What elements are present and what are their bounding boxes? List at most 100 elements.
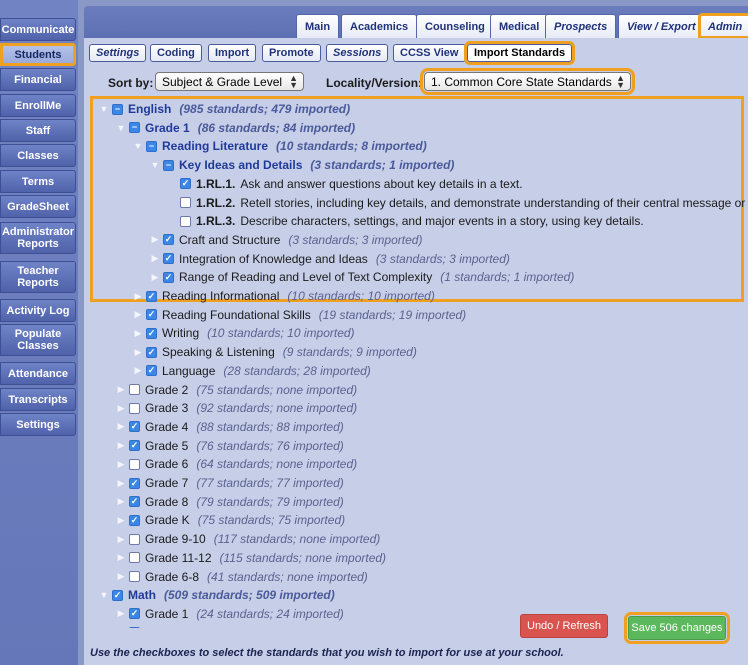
node-name: Grade 8	[145, 494, 189, 509]
checkbox[interactable]: −	[112, 103, 123, 115]
expand-triangle-icon[interactable]: ▶	[115, 515, 127, 526]
standard-code: 1.RL.1.	[196, 176, 236, 191]
collapse-triangle-icon[interactable]: ▼	[115, 123, 127, 133]
node-count: (64 standards; none imported)	[196, 457, 358, 472]
sidebar-item-populate-classes[interactable]: Populate Classes	[0, 324, 76, 356]
subtab-settings[interactable]: Settings	[89, 44, 147, 62]
checkbox[interactable]: ✓	[129, 514, 140, 526]
expand-triangle-icon[interactable]: ▶	[115, 478, 127, 489]
sidebar-item-attendance[interactable]: Attendance	[0, 362, 76, 385]
checkbox[interactable]	[180, 197, 191, 208]
tab-main[interactable]: Main	[296, 14, 340, 38]
checkbox[interactable]: ✓	[146, 327, 157, 339]
subtab-sessions[interactable]: Sessions	[326, 44, 389, 62]
checkbox[interactable]	[129, 552, 140, 564]
expand-triangle-icon[interactable]: ▶	[115, 384, 127, 395]
expand-triangle-icon[interactable]: ▶	[132, 328, 144, 339]
sidebar-item-teacher-reports[interactable]: Teacher Reports	[0, 261, 76, 293]
sidebar-item-activity-log[interactable]: Activity Log	[0, 299, 76, 322]
expand-triangle-icon[interactable]: ▶	[115, 552, 127, 563]
expand-triangle-icon[interactable]: ▶	[115, 496, 127, 507]
expand-triangle-icon[interactable]: ▶	[132, 365, 144, 376]
checkbox[interactable]: ✓	[129, 608, 140, 620]
collapse-triangle-icon[interactable]: ▼	[98, 590, 110, 600]
expand-triangle-icon[interactable]: ▶	[132, 309, 144, 320]
subtab-ccss-view[interactable]: CCSS View	[393, 44, 466, 62]
checkbox[interactable]: ✓	[129, 477, 140, 489]
sort-select[interactable]: Subject & Grade Level ▲ ▼	[155, 72, 304, 91]
checkbox[interactable]: ✓	[146, 290, 157, 302]
checkbox[interactable]: ✓	[146, 365, 157, 377]
checkbox[interactable]	[129, 533, 140, 545]
sidebar-item-gradesheet[interactable]: GradeSheet	[0, 195, 76, 218]
expand-triangle-icon[interactable]: ▶	[115, 421, 127, 432]
expand-triangle-icon[interactable]: ▶	[115, 608, 127, 619]
tab-prospects[interactable]: Prospects	[545, 14, 617, 38]
tab-view-export[interactable]: View / Export	[618, 14, 705, 38]
locality-select[interactable]: 1. Common Core State Standards ▲ ▼	[420, 68, 635, 95]
subtab-coding[interactable]: Coding	[150, 44, 202, 62]
tree-node: ▶ ✓ Reading Informational (10 standards; 10…	[132, 287, 435, 305]
checkbox[interactable]: −	[129, 122, 140, 134]
sidebar-item-financial[interactable]: Financial	[0, 68, 76, 91]
checkbox[interactable]: ✓	[146, 346, 157, 358]
collapse-triangle-icon[interactable]: ▼	[149, 160, 161, 170]
expand-triangle-icon[interactable]: ▶	[115, 534, 127, 545]
sidebar-item-communicate[interactable]: Communicate	[0, 18, 76, 41]
checkbox[interactable]: ✓	[129, 421, 140, 433]
tab-academics[interactable]: Academics	[341, 14, 418, 38]
checkbox[interactable]: ✓	[180, 178, 191, 190]
checkbox[interactable]: ✓	[129, 496, 140, 508]
sidebar-item-enrollme[interactable]: EnrollMe	[0, 94, 76, 117]
sidebar-item-staff[interactable]: Staff	[0, 119, 76, 142]
expand-triangle-icon[interactable]: ▶	[149, 253, 161, 264]
node-count: (117 standards; none imported)	[213, 532, 381, 547]
checkbox[interactable]: ✓	[163, 271, 174, 283]
sidebar: Communicate Students Financial EnrollMe Staf…	[0, 0, 78, 665]
save-changes-button[interactable]: Save 506 changes	[624, 612, 730, 644]
undo-refresh-button[interactable]: Undo / Refresh	[520, 614, 608, 638]
checkbox[interactable]	[180, 215, 191, 227]
sidebar-item-classes[interactable]: Classes	[0, 144, 76, 167]
expand-triangle-icon[interactable]: ▶	[115, 403, 127, 414]
expand-triangle-icon[interactable]: ▶	[132, 347, 144, 358]
node-name: Grade K	[145, 513, 190, 528]
sidebar-item-administrator-reports[interactable]: Administrator Reports	[0, 222, 76, 254]
checkbox[interactable]: ✓	[129, 440, 140, 452]
tree-node: ▶ Grade 2 (75 standards; none imported)	[115, 381, 358, 399]
checkbox[interactable]: ✓	[112, 589, 123, 601]
collapse-triangle-icon[interactable]: ▼	[132, 141, 144, 151]
checkbox[interactable]	[129, 402, 140, 414]
subtab-promote[interactable]: Promote	[262, 44, 321, 62]
expand-triangle-icon[interactable]: ▶	[115, 440, 127, 451]
tab-medical[interactable]: Medical	[490, 14, 549, 38]
expand-triangle-icon[interactable]: ▶	[115, 571, 127, 582]
subtab-import[interactable]: Import	[208, 44, 257, 62]
sidebar-item-transcripts[interactable]: Transcripts	[0, 388, 76, 411]
node-name: Grade 11-12	[145, 550, 212, 565]
collapse-triangle-icon[interactable]: ▼	[98, 104, 110, 114]
standard-text: Ask and answer questions about key detai…	[240, 176, 523, 191]
node-name: Grade 9-10	[145, 532, 206, 547]
expand-triangle-icon[interactable]: ▶	[115, 459, 127, 470]
expand-triangle-icon[interactable]: ▶	[132, 291, 144, 302]
checkbox[interactable]: ✓	[163, 253, 174, 265]
checkbox[interactable]	[129, 384, 140, 395]
sidebar-item-terms[interactable]: Terms	[0, 170, 76, 193]
checkbox[interactable]: ✓	[163, 234, 174, 246]
locality-select-value: 1. Common Core State Standards	[431, 74, 612, 89]
subtab-import-standards[interactable]: Import Standards	[463, 41, 576, 65]
checkbox[interactable]	[129, 571, 140, 582]
expand-triangle-icon[interactable]: ▶	[149, 234, 161, 245]
sidebar-item-settings[interactable]: Settings	[0, 413, 76, 436]
checkbox[interactable]	[129, 458, 140, 470]
checkbox[interactable]: −	[163, 159, 174, 171]
expand-triangle-icon[interactable]: ▶	[149, 272, 161, 283]
tab-admin[interactable]: Admin	[697, 13, 748, 39]
checkbox[interactable]: −	[146, 140, 157, 152]
node-name: Grade 2	[145, 382, 189, 397]
sidebar-item-students[interactable]: Students	[0, 43, 76, 66]
checkbox[interactable]: ✓	[146, 309, 157, 321]
tree-node: ▶ Grade 6-8 (41 standards; none imported)	[115, 568, 368, 586]
tab-counseling[interactable]: Counseling	[416, 14, 494, 38]
